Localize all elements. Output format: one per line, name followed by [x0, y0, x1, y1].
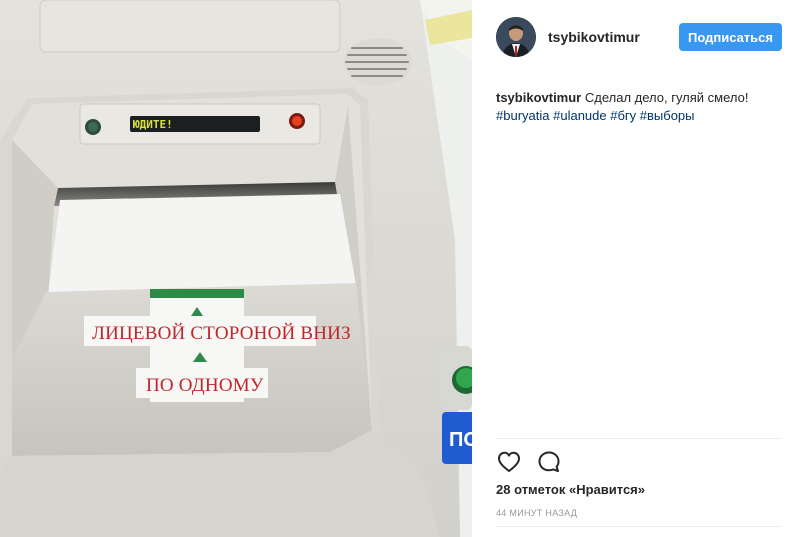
caption-username[interactable]: tsybikovtimur	[496, 90, 581, 105]
likes-count[interactable]: 28 отметок «Нравится»	[496, 482, 645, 497]
divider	[496, 526, 782, 527]
hashtag-link[interactable]: #выборы	[640, 108, 695, 123]
avatar[interactable]	[496, 17, 536, 57]
side-badge: ПО	[442, 412, 472, 464]
green-button	[440, 346, 472, 410]
caption-text: Сделал дело, гуляй смело!	[584, 90, 749, 105]
hashtag-link[interactable]: #бгу	[610, 108, 636, 123]
comment-icon[interactable]	[536, 449, 562, 475]
speaker-grille	[344, 38, 412, 86]
post-actions	[496, 448, 562, 476]
post-photo[interactable]: ЮДИТЕ! ЛИЦЕВОЙ СТОРОНОЙ ВНИЗ ПО ОДНОМУ П…	[0, 0, 472, 537]
hashtag-link[interactable]: #ulanude	[553, 108, 607, 123]
side-badge-text: ПО	[449, 429, 472, 451]
divider	[496, 438, 782, 439]
profile-photo-icon	[496, 17, 536, 57]
username[interactable]: tsybikovtimur	[548, 29, 679, 45]
follow-button[interactable]: Подписаться	[678, 23, 782, 51]
ballot-scanner-image: ЮДИТЕ! ЛИЦЕВОЙ СТОРОНОЙ ВНИЗ ПО ОДНОМУ П…	[0, 0, 472, 537]
hashtag-link[interactable]: #buryatia	[496, 108, 549, 123]
lcd-display-text: ЮДИТЕ!	[133, 118, 173, 131]
post-header: tsybikovtimur Подписаться	[496, 16, 782, 58]
post-caption: tsybikovtimur Сделал дело, гуляй смело! …	[496, 89, 786, 125]
post-timestamp[interactable]: 44 минут назад	[496, 508, 577, 518]
heart-icon[interactable]	[496, 449, 522, 475]
post-side-panel: tsybikovtimur Подписаться tsybikovtimur …	[472, 0, 790, 537]
sticker-line-1: ЛИЦЕВОЙ СТОРОНОЙ ВНИЗ	[92, 323, 351, 344]
sticker-line-2: ПО ОДНОМУ	[146, 375, 264, 396]
